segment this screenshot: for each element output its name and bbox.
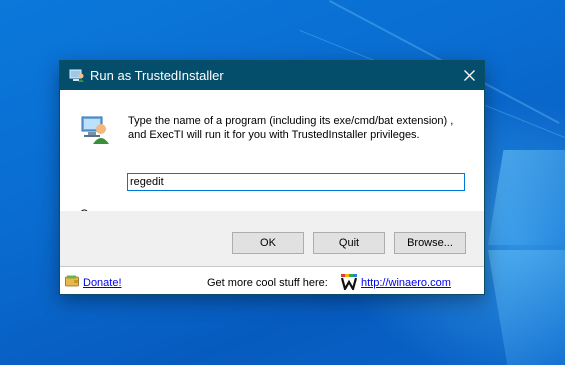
button-row: OK Quit Browse... (60, 211, 484, 266)
close-button[interactable] (454, 61, 484, 90)
donate-link[interactable]: Donate! (83, 277, 122, 289)
dialog-content: Type the name of a program (including it… (60, 90, 484, 211)
computer-user-icon (81, 116, 109, 144)
run-dialog: Run as TrustedInstaller Type the name of… (59, 60, 485, 295)
title-bar: Run as TrustedInstaller (60, 61, 484, 90)
quit-button[interactable]: Quit (313, 232, 385, 254)
window-title: Run as TrustedInstaller (90, 68, 224, 83)
ok-button[interactable]: OK (232, 232, 304, 254)
app-icon (69, 69, 84, 82)
winaero-link[interactable]: http://winaero.com (361, 277, 451, 289)
dialog-description: Type the name of a program (including it… (128, 115, 454, 141)
winaero-logo-icon (341, 274, 357, 290)
open-input[interactable] (127, 173, 465, 191)
close-icon (463, 70, 475, 81)
browse-button[interactable]: Browse... (394, 232, 466, 254)
wallet-icon (65, 275, 79, 287)
promo-text: Get more cool stuff here: (207, 277, 328, 289)
footer-bar: Donate! Get more cool stuff here: http:/… (60, 266, 484, 294)
